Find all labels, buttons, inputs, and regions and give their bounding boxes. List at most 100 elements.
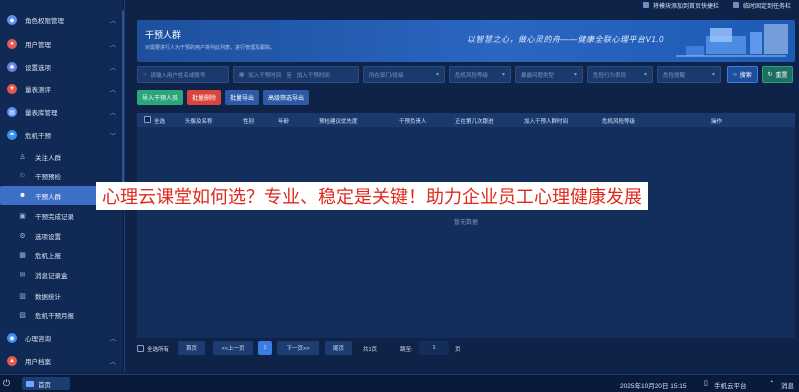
top-toolbar: 将模块添加到首页快捷栏 临时固定到任务栏 (600, 0, 799, 10)
sidebar-item-label: 关注人群 (35, 154, 61, 162)
date-separator: 至 (286, 72, 292, 79)
home-taskbar-button[interactable]: 首页 (22, 377, 70, 390)
column-header: 操作 (711, 119, 723, 125)
sidebar-subitem-option-settings[interactable]: ⚙ 选项设置 (0, 226, 124, 245)
column-header: 头像及名称 (185, 119, 213, 125)
batch-delete-button[interactable]: 批量删除 (187, 90, 222, 105)
sidebar-item-label: 危机干预月报 (35, 312, 74, 320)
focus-people-icon: ♙ (19, 153, 26, 161)
chevron-up-icon: ︿ (109, 359, 116, 366)
import-button[interactable]: 导入干预人员 (137, 90, 184, 105)
empty-state: 暂无数据 (453, 220, 478, 226)
sidebar-subitem-focus-people[interactable]: ♙ 关注人群 (0, 147, 124, 166)
phone-icon[interactable]: ▯ (704, 379, 708, 387)
message-box-icon: ✉ (19, 271, 26, 279)
sidebar-item-label: 干预人群 (35, 193, 61, 201)
sidebar-item-label: 设置选项 (25, 65, 51, 72)
sidebar-item-label: 用户管理 (25, 42, 51, 49)
sidebar-item-user-management[interactable]: ● 用户管理 ︿ (0, 34, 124, 54)
behavior-select[interactable]: 危险行为表现 ▾ (587, 66, 653, 83)
sidebar-item-counseling[interactable]: ◉ 心理咨询 ︿ (0, 328, 124, 348)
column-header: 正在第几次跟进 (455, 119, 494, 125)
sidebar-item-label: 消息记录盒 (35, 272, 68, 280)
last-page-button[interactable]: 尾页 (325, 341, 352, 355)
prev-page-button[interactable]: <<上一页 (213, 341, 253, 355)
select-all-checkbox[interactable] (144, 116, 151, 123)
search-icon: ○ (143, 71, 147, 78)
overlay-caption: 心理云课堂如何选？专业、稳定是关键！助力企业员工心理健康发展 (96, 182, 648, 210)
sidebar-item-crisis-intervention[interactable]: ☂ 危机干预 ﹀ (0, 125, 124, 145)
dept-select[interactable]: 所在部门/班级 ▾ (363, 66, 445, 83)
page-title: 干预人群 (145, 30, 182, 40)
first-page-button[interactable]: 首页 (178, 341, 205, 355)
jump-page-input[interactable]: 1 (419, 341, 449, 355)
page-subtitle: 对需要进行人为干预的用户将列此列表，进行管理及跟踪。 (145, 45, 276, 51)
chevron-down-icon: ﹀ (109, 133, 116, 140)
column-header: 预检建议优先度 (319, 119, 358, 125)
mobile-platform-link[interactable]: 手机云平台 (714, 380, 747, 390)
search-button[interactable]: ○ 搜索 (727, 66, 758, 83)
dept-placeholder: 所在部门/班级 (369, 72, 404, 79)
sidebar-item-scale-test[interactable]: ♥ 量表测评 ︿ (0, 79, 124, 99)
monitor-icon (26, 380, 34, 387)
risk-level-select[interactable]: 危机风险等级 ▾ (449, 66, 511, 83)
sidebar-item-label: 选项设置 (35, 233, 61, 241)
current-page-button[interactable]: 1 (258, 341, 272, 355)
date-start-placeholder: 加入干预时间 (248, 72, 282, 79)
search-input[interactable]: ○ 请输入用户姓名或账号 (137, 66, 229, 83)
page-unit: 页 (455, 347, 461, 353)
column-header: 性别 (243, 119, 255, 125)
pin-to-home-button[interactable]: 将模块添加到首页快捷栏 (642, 0, 719, 10)
sidebar-item-role-permissions[interactable]: ◆ 角色权限管理 ︿ (0, 10, 124, 30)
batch-export-button[interactable]: 批量导出 (225, 90, 260, 105)
sidebar-item-label: 数据统计 (35, 293, 61, 301)
crisis-icon: ☂ (7, 130, 17, 140)
column-header: 年龄 (278, 119, 290, 125)
record-icon: ▣ (19, 212, 26, 220)
search-icon: ○ (733, 71, 737, 78)
chevron-down-icon: ▾ (711, 72, 715, 78)
next-page-button[interactable]: 下一页>> (277, 341, 319, 355)
warning-select[interactable]: 危险提醒 ▾ (657, 66, 721, 83)
gear-icon: ⚙ (19, 232, 26, 240)
sidebar-item-settings[interactable]: ✱ 设置选项 ︿ (0, 57, 124, 77)
chevron-down-icon: ▾ (573, 72, 577, 78)
select-all-label: 全选 (154, 119, 166, 125)
sidebar-item-scale-library[interactable]: ▤ 量表库管理 ︿ (0, 102, 124, 122)
home-label: 首页 (38, 381, 51, 389)
select-all-pages-checkbox[interactable] (137, 345, 144, 352)
taskbar: ⏻ 首页 2025年10月20日 15:15 ▯ 手机云平台 ◔ 消息 (0, 374, 799, 392)
problem-type-select[interactable]: 暴露问题类型 ▾ (515, 66, 583, 83)
message-link[interactable]: 消息 (781, 380, 794, 390)
advanced-export-button[interactable]: 高级筛选导出 (263, 90, 310, 105)
sidebar-item-user-profile[interactable]: ▲ 用户档案 ︿ (0, 351, 124, 371)
column-header: 危机风险等级 (602, 119, 636, 125)
sidebar-subitem-monthly-report[interactable]: ▧ 危机干预月报 (0, 305, 124, 324)
search-placeholder: 请输入用户姓名或账号 (150, 72, 206, 79)
scrollbar-thumb[interactable] (122, 10, 124, 190)
reset-button[interactable]: ↻ 重置 (762, 66, 793, 83)
banner-illustration (676, 24, 788, 57)
sidebar-subitem-crisis-report[interactable]: ▦ 危机上报 (0, 245, 124, 264)
banner-slogan: 以智慧之心，做心灵的舟——健康全联心理平台V1.0 (467, 35, 664, 44)
pin-to-taskbar-label: 临时固定到任务栏 (742, 3, 791, 10)
sidebar-subitem-statistics[interactable]: ▥ 数据统计 (0, 286, 124, 305)
warning-placeholder: 危险提醒 (663, 72, 686, 79)
role-icon: ◆ (7, 15, 17, 25)
table-header: 全选 头像及名称 性别 年龄 预检建议优先度 干预负责人 正在第几次跟进 加入干… (137, 113, 795, 127)
sidebar-item-label: 干预预检 (35, 173, 61, 181)
join-date-range[interactable]: ▦ 加入干预时间 至 加入干预时间 (233, 66, 359, 83)
calendar-icon: ▦ (239, 71, 245, 78)
pin-to-taskbar-button[interactable]: 临时固定到任务栏 (732, 0, 791, 10)
library-icon: ▤ (7, 107, 17, 117)
power-icon[interactable]: ⏻ (3, 378, 10, 389)
stats-icon: ▥ (19, 292, 26, 300)
sidebar-subitem-message-box[interactable]: ✉ 消息记录盒 (0, 265, 124, 284)
bell-icon[interactable]: ◔ (769, 379, 773, 386)
chevron-up-icon: ︿ (109, 65, 116, 72)
date-end-placeholder: 加入干预时间 (296, 72, 330, 79)
sidebar-item-label: 干预完成记录 (35, 213, 74, 221)
app-window: ◆ 角色权限管理 ︿ ● 用户管理 ︿ ✱ 设置选项 ︿ ♥ 量表测评 ︿ ▤ … (0, 0, 799, 392)
monthly-report-icon: ▧ (19, 311, 26, 319)
chevron-down-icon: ▾ (643, 72, 647, 78)
